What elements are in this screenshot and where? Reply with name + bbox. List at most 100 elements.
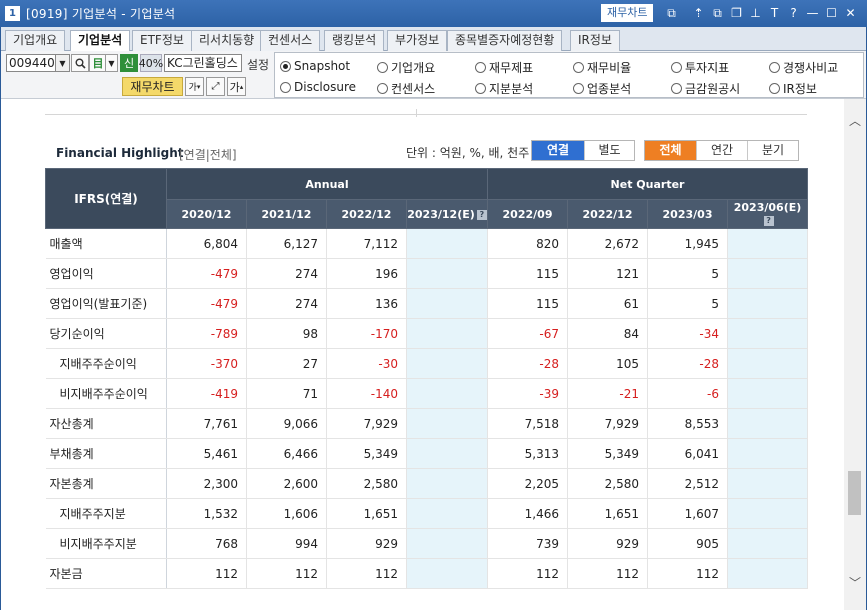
credit-badge: 신 xyxy=(120,54,138,72)
table-row: 비지배주주순이익 -419 71 -140 -39 -21 -6 xyxy=(45,378,809,409)
period-seg-option-1[interactable]: 연간 xyxy=(696,141,747,160)
table-cell xyxy=(727,558,809,589)
table-cell: -21 xyxy=(567,378,649,409)
radio-circle-icon[interactable] xyxy=(769,83,780,94)
scroll-down-icon[interactable]: ﹀ xyxy=(848,575,862,590)
radio-option-10[interactable]: 금감원공시 xyxy=(671,80,740,97)
tab-1[interactable]: 기업분석 xyxy=(70,30,131,52)
radio-circle-icon[interactable] xyxy=(377,62,388,73)
pin-up-icon[interactable]: ⇡ xyxy=(690,4,707,22)
period-seg-option-0[interactable]: 전체 xyxy=(645,141,696,160)
font-increase-button[interactable]: 가 ▴ xyxy=(227,77,246,96)
table-cell xyxy=(406,498,489,529)
font-decrease-button[interactable]: 가 ▾ xyxy=(185,77,204,96)
table-cell: 274 xyxy=(246,288,327,319)
radio-circle-icon[interactable] xyxy=(377,83,388,94)
table-cell xyxy=(406,378,489,409)
scrollbar-thumb[interactable] xyxy=(848,471,861,515)
tab-6[interactable]: 부가정보 xyxy=(387,30,448,51)
radio-circle-icon[interactable] xyxy=(573,83,584,94)
chart-icon[interactable]: ⧉ xyxy=(663,4,680,22)
radio-option-0[interactable]: Snapshot xyxy=(280,59,350,73)
help-icon[interactable]: ? xyxy=(476,209,487,220)
settings-link[interactable]: 설정 xyxy=(247,56,269,73)
table-cell: 905 xyxy=(647,528,729,559)
table-cell: 1,466 xyxy=(487,498,569,529)
table-cell: 115 xyxy=(487,288,569,319)
tab-7[interactable]: 종목별증자예정현황 xyxy=(447,30,563,51)
view-radio-group: Snapshot 기업개요 재무제표 재무비율 투자지표 경쟁사비교 Disclosure 컨… xyxy=(274,52,864,98)
finance-chart-button[interactable]: 재무차트 xyxy=(122,77,183,96)
tab-3[interactable]: 리서치동향 xyxy=(191,30,263,51)
window-copy-icon[interactable]: ❐ xyxy=(728,4,745,22)
table-cell: -30 xyxy=(326,348,407,379)
search-icon[interactable] xyxy=(71,54,89,72)
tab-2[interactable]: ETF정보 xyxy=(132,30,192,51)
radio-option-11[interactable]: IR정보 xyxy=(769,80,817,97)
radio-option-5[interactable]: 경쟁사비교 xyxy=(769,59,838,76)
help-icon[interactable]: ? xyxy=(785,4,802,22)
radio-option-4[interactable]: 투자지표 xyxy=(671,59,729,76)
radio-option-8[interactable]: 지분분석 xyxy=(475,80,533,97)
stock-list-dropdown-icon[interactable]: ▼ xyxy=(105,54,118,72)
tab-5[interactable]: 랭킹분석 xyxy=(324,30,385,51)
radio-option-6[interactable]: Disclosure xyxy=(280,80,356,94)
radio-label: 재무비율 xyxy=(587,61,632,75)
stock-name-field[interactable]: KC그린홀딩스 xyxy=(164,54,242,72)
table-cell: 274 xyxy=(246,258,327,289)
row-label: 영업이익(발표기준) xyxy=(45,288,167,319)
period-seg-option-2[interactable]: 분기 xyxy=(747,141,798,160)
radio-circle-icon[interactable] xyxy=(573,62,584,73)
text-icon[interactable]: T xyxy=(766,4,783,22)
minimize-icon[interactable]: — xyxy=(804,4,821,22)
table-cell: 820 xyxy=(487,228,569,259)
scope-seg-option-1[interactable]: 별도 xyxy=(584,141,634,160)
radio-circle-icon[interactable] xyxy=(475,62,486,73)
table-row: 영업이익(발표기준) -479 274 136 115 61 5 xyxy=(45,288,809,319)
window-link-icon[interactable]: ⧉ xyxy=(709,4,726,22)
stock-code-dropdown-icon[interactable]: ▼ xyxy=(56,54,70,72)
radio-circle-icon[interactable] xyxy=(671,62,682,73)
column-header: 2021/12 xyxy=(246,199,327,229)
radio-label: 기업개요 xyxy=(391,61,436,75)
radio-option-3[interactable]: 재무비율 xyxy=(573,59,631,76)
margin-rate-badge: 40% xyxy=(139,54,163,72)
vertical-scrollbar[interactable]: ︿ ﹀ xyxy=(844,99,866,610)
table-cell: 6,804 xyxy=(166,228,247,259)
table-cell: -34 xyxy=(647,318,729,349)
radio-option-9[interactable]: 업종분석 xyxy=(573,80,631,97)
tab-4[interactable]: 컨센서스 xyxy=(260,30,321,51)
table-cell xyxy=(727,408,809,439)
table-cell: 5 xyxy=(647,288,729,319)
up-arrow-icon: ▴ xyxy=(239,82,244,91)
table-cell: 105 xyxy=(567,348,649,379)
scroll-up-icon[interactable]: ︿ xyxy=(848,113,862,128)
expand-icon[interactable]: ⤢ xyxy=(206,77,225,96)
radio-option-2[interactable]: 재무제표 xyxy=(475,59,533,76)
tab-8[interactable]: IR정보 xyxy=(570,30,620,51)
radio-circle-icon[interactable] xyxy=(280,60,291,72)
radio-circle-icon[interactable] xyxy=(671,83,682,94)
scope-seg-option-0[interactable]: 연결 xyxy=(532,141,584,160)
close-icon[interactable]: ✕ xyxy=(842,4,859,22)
column-header: 2023/06(E)? xyxy=(727,199,809,229)
table-row: 영업이익 -479 274 196 115 121 5 xyxy=(45,258,809,289)
radio-circle-icon[interactable] xyxy=(769,62,780,73)
radio-option-1[interactable]: 기업개요 xyxy=(377,59,435,76)
radio-label: 컨센서스 xyxy=(391,82,436,96)
radio-option-7[interactable]: 컨센서스 xyxy=(377,80,435,97)
maximize-icon[interactable]: ☐ xyxy=(823,4,840,22)
table-row: 매출액 6,804 6,127 7,112 820 2,672 1,945 xyxy=(45,228,809,259)
window-number-badge[interactable]: 1 xyxy=(5,6,20,21)
tab-0[interactable]: 기업개요 xyxy=(5,30,66,51)
stock-code-input[interactable]: 009440 xyxy=(6,54,56,72)
table-cell: 5,349 xyxy=(326,438,407,469)
radio-label: 경쟁사비교 xyxy=(783,61,839,75)
table-cell: 112 xyxy=(326,558,407,589)
radio-circle-icon[interactable] xyxy=(475,83,486,94)
radio-circle-icon[interactable] xyxy=(280,81,291,93)
finance-chart-title-button[interactable]: 재무차트 xyxy=(601,4,654,22)
help-icon[interactable]: ? xyxy=(763,216,774,226)
pin-icon[interactable]: ⊥ xyxy=(747,4,764,22)
table-cell: -39 xyxy=(487,378,569,409)
